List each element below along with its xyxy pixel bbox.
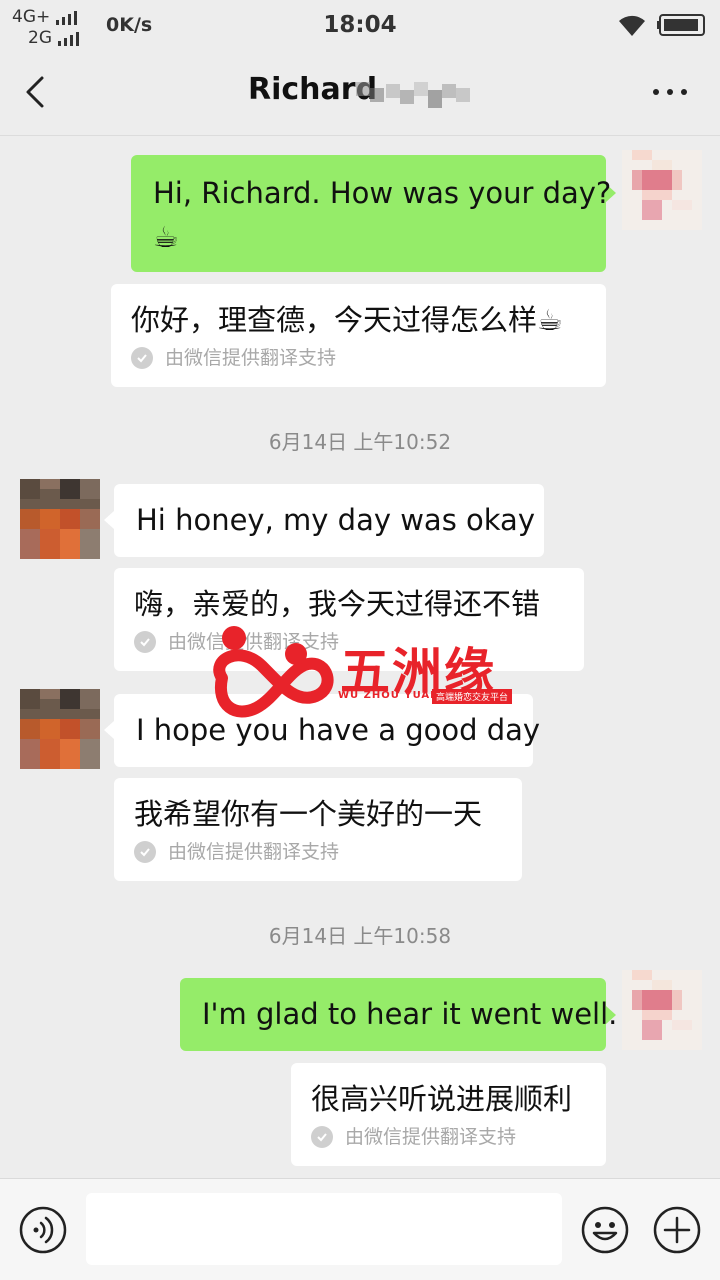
translation-note-text: 由微信提供翻译支持 [345, 1126, 517, 1148]
outgoing-message[interactable]: I'm glad to hear it went well. [180, 978, 618, 1051]
translation-note: 由微信提供翻译支持 [131, 346, 586, 370]
contact-avatar[interactable] [20, 689, 100, 769]
wifi-icon [619, 15, 645, 36]
check-icon [134, 631, 156, 653]
more-dots-icon[interactable] [648, 74, 692, 110]
contact-avatar[interactable] [20, 479, 100, 559]
status-bar: 4G+ 2G 0K/s 18:04 [0, 0, 720, 52]
check-icon [134, 841, 156, 863]
translation-card[interactable]: 很高兴听说进展顺利 由微信提供翻译支持 [291, 1063, 606, 1166]
translation-card[interactable]: 我希望你有一个美好的一天 由微信提供翻译支持 [114, 778, 522, 881]
input-bar [0, 1178, 720, 1280]
chevron-left-icon[interactable] [18, 70, 54, 114]
my-avatar[interactable] [622, 970, 702, 1050]
translation-text: 很高兴听说进展顺利 [311, 1082, 573, 1116]
check-icon [131, 347, 153, 369]
bubble-tail [104, 511, 114, 529]
clock: 18:04 [323, 12, 397, 38]
watermark-tagline: 高端婚恋交友平台 [432, 689, 513, 704]
incoming-message[interactable]: Hi honey, my day was okay [114, 484, 544, 557]
watermark-pinyin: WU ZHOU YUAN [338, 690, 440, 701]
translation-text: 我希望你有一个美好的一天 [134, 797, 483, 831]
message-text: I'm glad to hear it went well. [202, 997, 618, 1031]
emoji-icon[interactable] [580, 1205, 630, 1255]
translation-text: 你好，理查德，今天过得怎么样☕ [131, 303, 563, 337]
translation-note: 由微信提供翻译支持 [134, 840, 502, 864]
translation-card[interactable]: 你好，理查德，今天过得怎么样☕ 由微信提供翻译支持 [111, 284, 606, 387]
battery-icon [657, 14, 705, 36]
translation-note-text: 由微信提供翻译支持 [168, 841, 340, 863]
pixelated-surname [356, 82, 470, 108]
voice-icon[interactable] [18, 1205, 68, 1255]
message-text: Hi, Richard. How was your day? [153, 176, 612, 210]
message-text: Hi honey, my day was okay [136, 503, 535, 537]
outgoing-message[interactable]: Hi, Richard. How was your day? ☕ [131, 155, 612, 272]
translation-note-text: 由微信提供翻译支持 [165, 347, 337, 369]
timestamp: 6月14日 上午10:58 [268, 924, 452, 948]
check-icon [311, 1126, 333, 1148]
chat-header: Richard [0, 52, 720, 136]
my-avatar[interactable] [622, 150, 702, 230]
translation-note: 由微信提供翻译支持 [311, 1125, 586, 1149]
plus-icon[interactable] [652, 1205, 702, 1255]
coffee-emoji: ☕ [153, 220, 179, 254]
message-input[interactable] [86, 1193, 562, 1265]
bubble-tail [104, 721, 114, 739]
timestamp: 6月14日 上午10:52 [268, 430, 452, 454]
